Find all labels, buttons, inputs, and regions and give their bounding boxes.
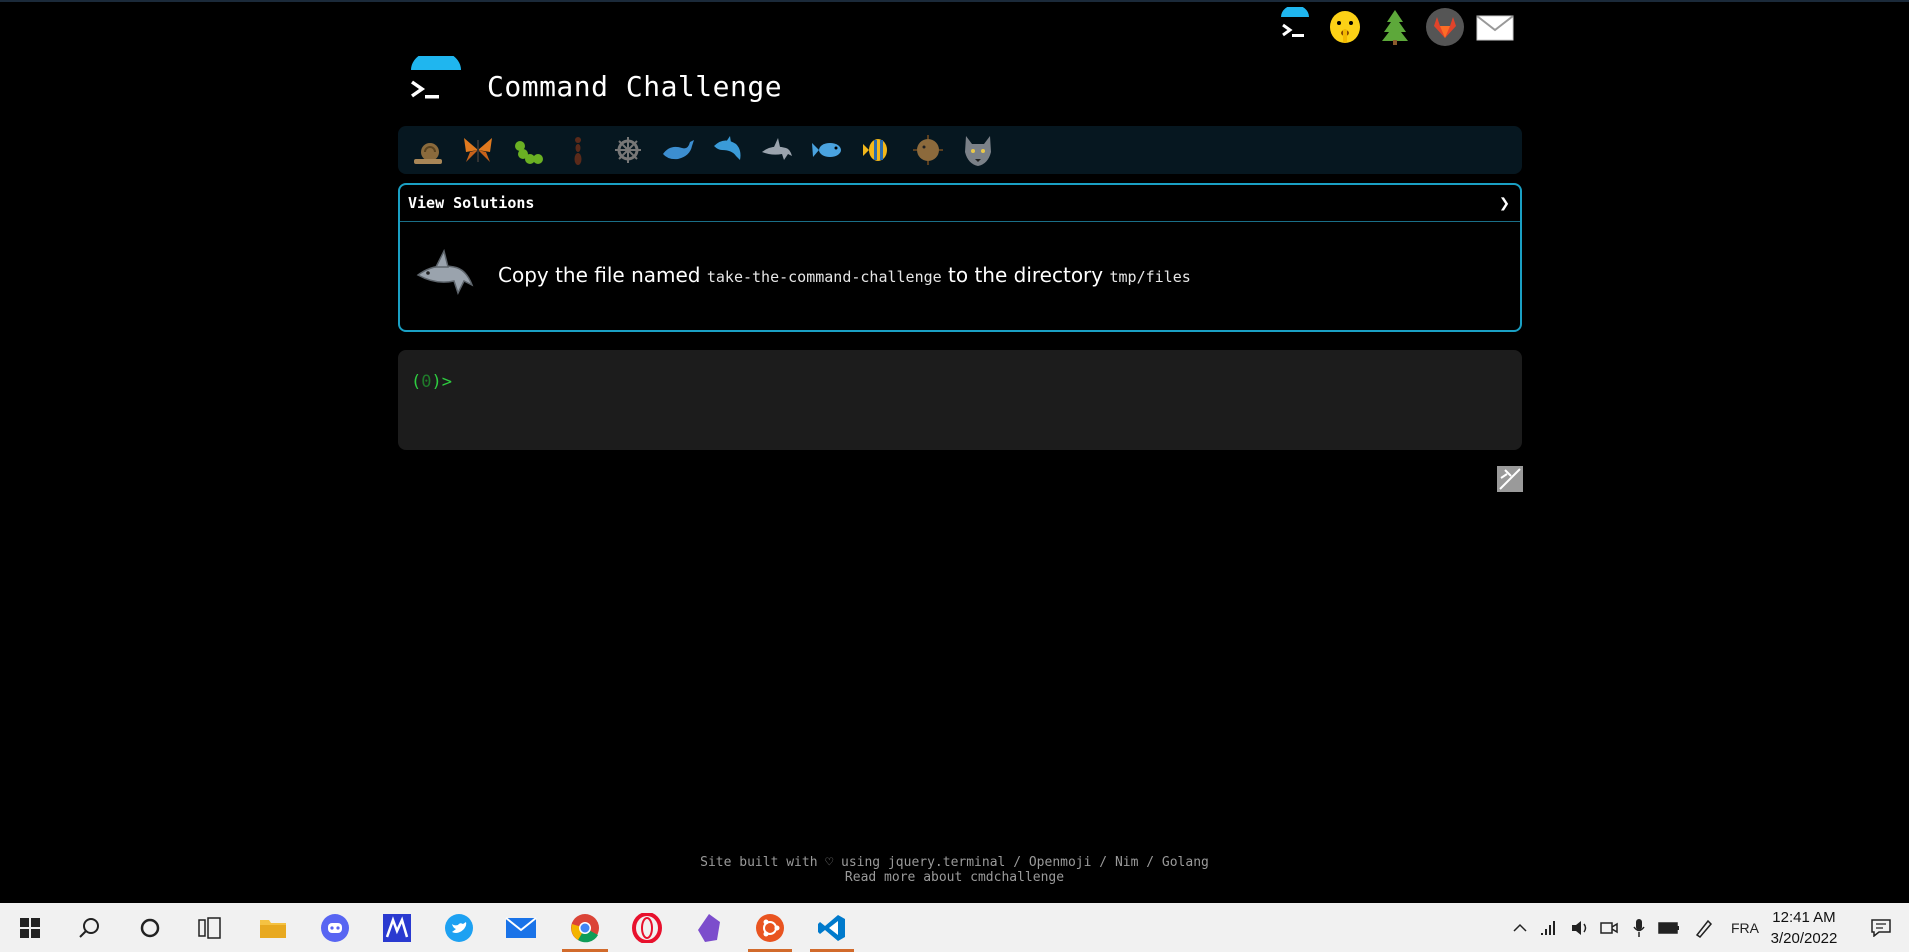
clock-time: 12:41 AM: [1772, 909, 1836, 926]
prompt-close: )>: [431, 372, 452, 392]
level-whale-icon[interactable]: [658, 130, 698, 170]
cortana-icon[interactable]: [120, 903, 180, 952]
twitter-icon[interactable]: [434, 903, 484, 952]
clock[interactable]: 12:41 AM 3/20/2022: [1768, 907, 1840, 949]
shushing-face-icon[interactable]: [1325, 7, 1365, 47]
level-blowfish-icon[interactable]: [908, 130, 948, 170]
task-text: Copy the file named take-the-command-cha…: [498, 263, 1191, 287]
tree-icon[interactable]: [1375, 7, 1415, 47]
language-indicator[interactable]: FRA: [1727, 903, 1763, 952]
level-snail-icon[interactable]: [408, 130, 448, 170]
task-dir: tmp/files: [1109, 268, 1191, 286]
terminal-icon[interactable]: [1275, 7, 1315, 47]
vscode-icon[interactable]: [806, 903, 858, 952]
task-view-icon[interactable]: [180, 903, 240, 952]
page-title: Command Challenge: [487, 70, 783, 103]
clock-date: 3/20/2022: [1770, 930, 1838, 947]
app-icon-blue-m[interactable]: [372, 903, 422, 952]
ubuntu-icon[interactable]: [744, 903, 796, 952]
network-icon[interactable]: [1538, 903, 1562, 952]
footer-credits: Site built with ♡ using jquery.terminal …: [700, 855, 1209, 870]
taskbar: FRA 12:41 AM 3/20/2022: [0, 903, 1909, 952]
shark-icon: [414, 245, 480, 305]
chevron-right-icon: ❯: [1499, 192, 1510, 214]
level-butterfly-icon[interactable]: [458, 130, 498, 170]
view-solutions-label: View Solutions: [408, 194, 535, 212]
footer: Site built with ♡ using jquery.terminal …: [0, 855, 1909, 885]
microphone-icon[interactable]: [1627, 903, 1651, 952]
envelope-icon[interactable]: [1475, 7, 1515, 47]
top-icon-links: [1275, 4, 1515, 50]
task-file: take-the-command-challenge: [706, 268, 942, 286]
task-middle: to the directory: [948, 263, 1104, 287]
prompt-open: (: [411, 372, 422, 392]
level-tropical-fish-icon[interactable]: [858, 130, 898, 170]
challenge-panel: View Solutions ❯ Copy the file named tak…: [398, 183, 1522, 332]
level-ship-wheel-icon[interactable]: [608, 130, 648, 170]
level-bar: [398, 126, 1522, 174]
chevron-up-icon[interactable]: [1508, 903, 1532, 952]
volume-icon[interactable]: [1568, 903, 1592, 952]
file-explorer-icon[interactable]: [248, 903, 298, 952]
search-icon[interactable]: [60, 903, 120, 952]
terminal-prompt[interactable]: (0)>: [411, 372, 452, 392]
browser-edge: [0, 0, 1909, 2]
level-ant-icon[interactable]: [558, 130, 598, 170]
level-dolphin-icon[interactable]: [708, 130, 748, 170]
level-shark-icon[interactable]: [758, 130, 798, 170]
prompt-status-code: 0: [421, 372, 432, 392]
view-solutions-toggle[interactable]: View Solutions ❯: [400, 185, 1520, 222]
logo-icon[interactable]: [406, 50, 462, 112]
task-description: Copy the file named take-the-command-cha…: [414, 245, 1191, 305]
terminal[interactable]: (0)>: [398, 350, 1522, 450]
mail-icon[interactable]: [496, 903, 546, 952]
task-prefix: Copy the file named: [498, 263, 701, 287]
obsidian-icon[interactable]: [684, 903, 734, 952]
battery-icon[interactable]: [1657, 903, 1681, 952]
discord-icon[interactable]: [310, 903, 360, 952]
meet-icon[interactable]: [1597, 903, 1621, 952]
tools-icon[interactable]: [1497, 466, 1523, 492]
level-wolf-icon[interactable]: [958, 130, 998, 170]
chrome-icon[interactable]: [558, 903, 612, 952]
opera-icon[interactable]: [622, 903, 672, 952]
notifications-icon[interactable]: [1866, 903, 1896, 952]
level-fish-icon[interactable]: [808, 130, 848, 170]
read-more-link[interactable]: Read more about cmdchallenge: [845, 870, 1064, 885]
gitlab-icon[interactable]: [1425, 7, 1465, 47]
pen-icon[interactable]: [1692, 903, 1716, 952]
windows-start-icon[interactable]: [0, 903, 60, 952]
level-caterpillar-icon[interactable]: [508, 130, 548, 170]
